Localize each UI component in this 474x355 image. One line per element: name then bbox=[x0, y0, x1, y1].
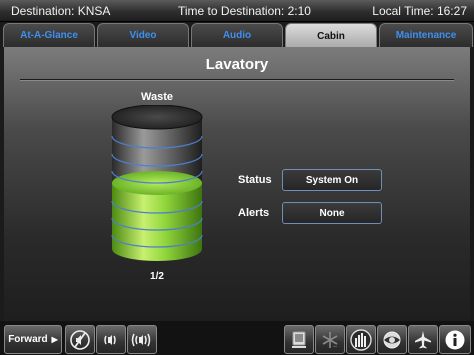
status-label: Status bbox=[238, 174, 272, 186]
window-shade-icon bbox=[383, 331, 401, 348]
info-button[interactable] bbox=[439, 325, 471, 354]
mute-button[interactable] bbox=[65, 325, 95, 354]
time-to-destination-text: Time to Destination: 2:10 bbox=[178, 4, 311, 18]
alerts-value: None bbox=[282, 202, 382, 224]
tab-bar: At-A-Glance Video Audio Cabin Maintenanc… bbox=[0, 22, 474, 48]
lavatory-panel: Lavatory Waste 1/2 Status System On Aler… bbox=[4, 47, 470, 321]
tab-maintenance[interactable]: Maintenance bbox=[379, 23, 473, 47]
airplane-icon bbox=[415, 330, 431, 348]
tab-audio[interactable]: Audio bbox=[191, 23, 283, 47]
alerts-label: Alerts bbox=[238, 207, 270, 219]
info-icon bbox=[445, 330, 465, 349]
forward-zone-button[interactable]: Forward ▶ bbox=[4, 325, 62, 354]
lighting-icon bbox=[350, 328, 372, 351]
play-arrow-icon: ▶ bbox=[51, 335, 58, 344]
monitor-icon bbox=[292, 331, 306, 348]
status-value: System On bbox=[282, 169, 382, 191]
status-bar: Destination: KNSA Time to Destination: 2… bbox=[0, 0, 474, 22]
bottom-control-bar: Forward ▶ ~ bbox=[0, 321, 474, 355]
volume-up-icon bbox=[131, 333, 151, 346]
forward-label: Forward bbox=[8, 334, 48, 345]
tab-video[interactable]: Video bbox=[97, 23, 189, 47]
climate-button[interactable]: ~ bbox=[315, 325, 345, 354]
mute-icon bbox=[70, 329, 90, 350]
tank-fill-text: 1/2 bbox=[150, 271, 164, 282]
lighting-button[interactable] bbox=[346, 325, 376, 354]
tab-cabin[interactable]: Cabin bbox=[285, 23, 377, 48]
svg-text:~: ~ bbox=[333, 344, 337, 351]
volume-up-button[interactable] bbox=[127, 325, 157, 354]
tank-label: Waste bbox=[141, 91, 173, 103]
destination-text: Destination: KNSA bbox=[11, 4, 111, 18]
volume-down-icon bbox=[104, 334, 116, 345]
waste-tank-gauge bbox=[111, 105, 203, 261]
window-shade-button[interactable] bbox=[377, 325, 407, 354]
tab-at-a-glance[interactable]: At-A-Glance bbox=[3, 23, 95, 47]
volume-down-button[interactable] bbox=[96, 325, 126, 354]
flight-info-button[interactable] bbox=[408, 325, 438, 354]
monitor-button[interactable] bbox=[284, 325, 314, 354]
climate-icon: ~ bbox=[322, 331, 338, 351]
tank-top bbox=[111, 105, 203, 130]
title-divider bbox=[20, 79, 454, 81]
local-time-text: Local Time: 16:27 bbox=[372, 4, 467, 18]
page-title: Lavatory bbox=[205, 56, 269, 73]
